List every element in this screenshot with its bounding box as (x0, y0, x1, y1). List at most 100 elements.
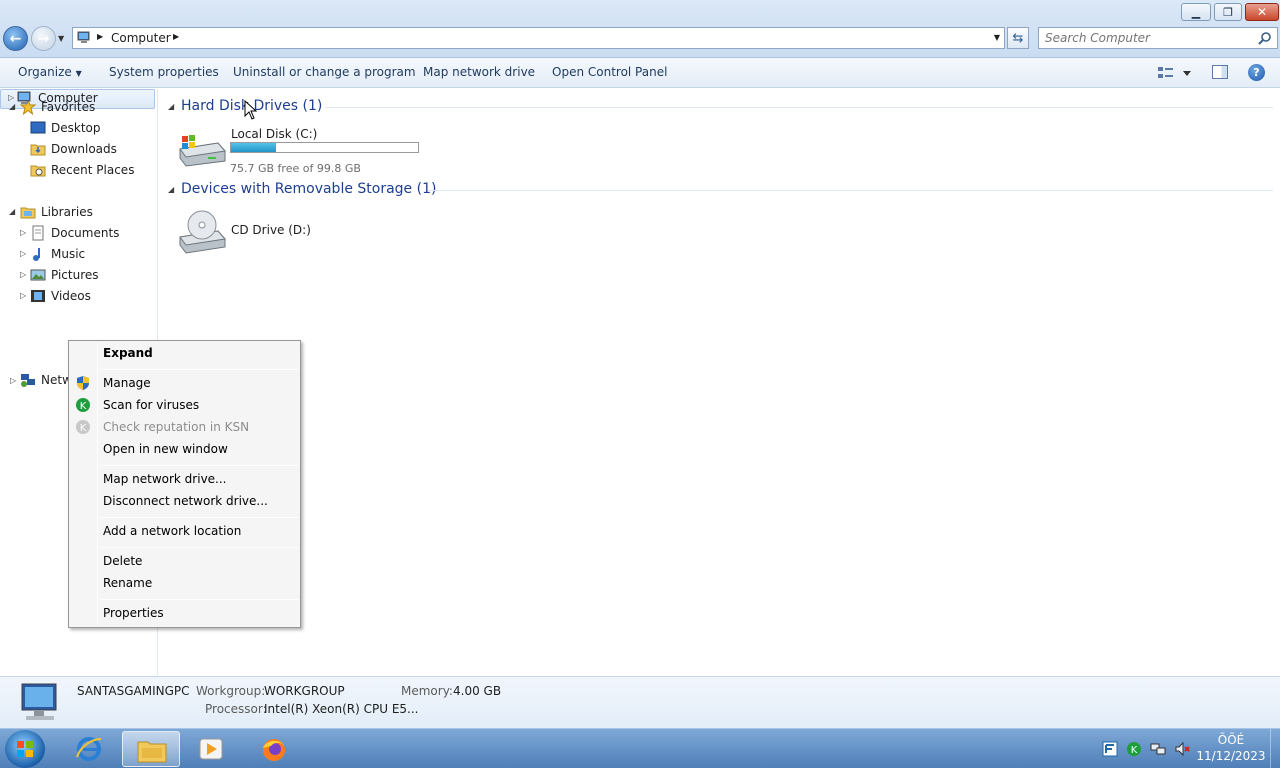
collapsed-triangle-icon[interactable]: ▷ (8, 93, 14, 102)
nav-libraries[interactable]: Libraries (20, 202, 93, 222)
local-disk-name: Local Disk (C:) (231, 127, 318, 141)
expanded-triangle-icon[interactable]: ◢ (9, 207, 15, 216)
processor-label: Processor: (205, 702, 267, 716)
system-properties-button[interactable]: System properties (109, 65, 219, 79)
group-collapse-icon[interactable]: ◢ (168, 185, 174, 194)
close-button[interactable]: ✕ (1245, 3, 1279, 21)
svg-text:K: K (1131, 745, 1138, 756)
memory-value: 4.00 GB (453, 684, 502, 698)
minimize-button[interactable]: ▁ (1181, 3, 1211, 21)
search-icon[interactable] (1258, 31, 1272, 45)
back-arrow-icon: ← (9, 30, 22, 47)
taskbar-internet-explorer[interactable] (60, 731, 118, 767)
nav-recent-places[interactable]: Recent Places (30, 160, 134, 180)
menu-item-properties[interactable]: Properties (103, 606, 164, 620)
collapsed-triangle-icon[interactable]: ▷ (20, 291, 26, 300)
computer-monitor-icon (21, 683, 57, 720)
kaspersky-tray-icon[interactable]: K (1126, 741, 1142, 757)
collapsed-triangle-icon[interactable]: ▷ (10, 376, 16, 385)
nav-documents-label: Documents (51, 226, 120, 240)
menu-item-manage[interactable]: Manage (103, 376, 151, 390)
show-desktop-button[interactable] (1270, 729, 1280, 768)
clock-time[interactable]: ÕÕÉ (1196, 733, 1266, 747)
address-dropdown-icon[interactable]: ▼ (994, 33, 1000, 42)
workgroup-label: Workgroup: (196, 684, 266, 698)
address-bar[interactable]: ▶ Computer ▶ ▼ (72, 27, 1005, 49)
preview-pane-button[interactable] (1212, 65, 1228, 79)
close-icon: ✕ (1256, 5, 1268, 19)
forward-button[interactable]: → (31, 26, 56, 51)
nav-videos-label: Videos (51, 289, 91, 303)
disk-usage-bar (230, 142, 419, 153)
taskbar-firefox[interactable] (245, 731, 303, 767)
menu-separator (101, 369, 298, 370)
menu-item-delete[interactable]: Delete (103, 554, 142, 568)
taskbar-file-explorer[interactable] (122, 731, 180, 767)
refresh-button[interactable]: ⇆ (1007, 27, 1029, 49)
windows-logo-icon (17, 741, 33, 757)
folder-icon (137, 741, 167, 763)
menu-item-rename[interactable]: Rename (103, 576, 152, 590)
start-button[interactable] (5, 730, 45, 768)
menu-item-open-new-window[interactable]: Open in new window (103, 442, 228, 456)
menu-item-disconnect-network-drive[interactable]: Disconnect network drive... (103, 494, 268, 508)
menu-item-scan-viruses[interactable]: Scan for viruses (103, 398, 199, 412)
menu-item-map-network-drive[interactable]: Map network drive... (103, 472, 227, 486)
nav-music[interactable]: Music (30, 244, 85, 264)
taskbar: K ÕÕÉ 11/12/2023 (0, 728, 1280, 768)
group-divider (428, 190, 1273, 191)
recent-pages-dropdown[interactable]: ▼ (58, 34, 64, 43)
nav-videos[interactable]: Videos (30, 286, 91, 306)
group-collapse-icon[interactable]: ◢ (168, 102, 174, 111)
clock-date[interactable]: 11/12/2023 (1196, 749, 1266, 763)
organize-menu[interactable]: Organize ▼ (18, 65, 82, 79)
breadcrumb-computer[interactable]: Computer (111, 31, 171, 45)
mouse-cursor-icon (244, 100, 258, 120)
cd-drive-icon (179, 210, 226, 254)
map-network-drive-button[interactable]: Map network drive (423, 65, 535, 79)
collapsed-triangle-icon[interactable]: ▷ (20, 228, 26, 237)
maximize-button[interactable]: ❐ (1214, 3, 1242, 21)
nav-documents[interactable]: Documents (30, 223, 119, 243)
documents-icon (30, 225, 46, 241)
context-menu: Expand Manage K Scan for viruses K Check… (68, 340, 301, 628)
firefox-icon (263, 739, 285, 761)
music-icon (30, 246, 46, 262)
menu-item-expand[interactable]: Expand (103, 346, 153, 360)
disk-usage-fill (231, 143, 277, 152)
network-tray-icon[interactable] (1150, 741, 1166, 757)
nav-pictures[interactable]: Pictures (30, 265, 99, 285)
forward-arrow-icon: → (37, 30, 50, 47)
menu-item-add-network-location[interactable]: Add a network location (103, 524, 241, 538)
help-button[interactable]: ? (1248, 64, 1265, 81)
chevron-down-icon: ▼ (75, 69, 82, 78)
processor-value: Intel(R) Xeon(R) CPU E5... (264, 702, 419, 716)
search-input[interactable] (1039, 28, 1254, 48)
search-box[interactable] (1038, 27, 1278, 49)
uninstall-program-button[interactable]: Uninstall or change a program (233, 65, 416, 79)
videos-icon (30, 288, 46, 304)
shield-icon (77, 376, 89, 390)
expanded-triangle-icon[interactable]: ◢ (9, 102, 15, 111)
tray-app-icon[interactable] (1102, 741, 1118, 757)
volume-muted-icon[interactable] (1174, 741, 1190, 757)
collapsed-triangle-icon[interactable]: ▷ (20, 249, 26, 258)
change-view-icon[interactable] (1157, 66, 1191, 80)
svg-text:K: K (80, 423, 87, 434)
breadcrumb-separator-icon[interactable]: ▶ (173, 32, 179, 41)
removable-storage-heading[interactable]: Devices with Removable Storage (1) (181, 181, 436, 197)
menu-separator (101, 599, 298, 600)
taskbar-media-player[interactable] (183, 731, 241, 767)
open-control-panel-button[interactable]: Open Control Panel (552, 65, 667, 79)
pictures-icon (30, 267, 46, 283)
downloads-folder-icon (30, 141, 46, 157)
back-button[interactable]: ← (3, 26, 28, 51)
nav-desktop[interactable]: Desktop (30, 118, 101, 138)
breadcrumb-separator-icon[interactable]: ▶ (97, 32, 103, 41)
nav-desktop-label: Desktop (51, 121, 101, 135)
cd-drive-d[interactable]: CD Drive (D:) (175, 209, 315, 255)
collapsed-triangle-icon[interactable]: ▷ (20, 270, 26, 279)
menu-separator (101, 465, 298, 466)
nav-libraries-label: Libraries (41, 205, 93, 219)
nav-downloads[interactable]: Downloads (30, 139, 117, 159)
